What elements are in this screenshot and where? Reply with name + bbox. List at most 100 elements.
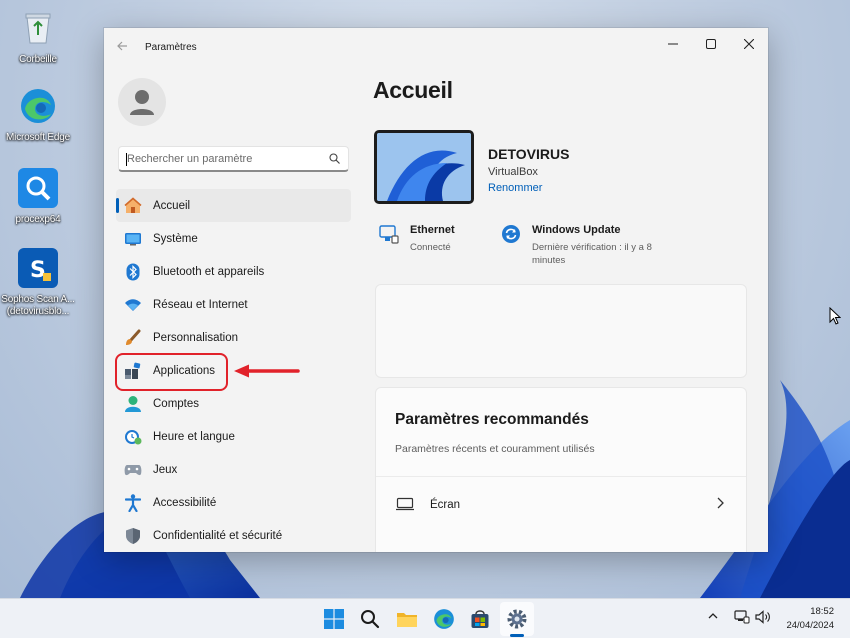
desktop-icon-procexp[interactable]: procexp64 [0,168,76,226]
rename-link[interactable]: Renommer [488,182,542,194]
sidebar-item-jeux[interactable]: Jeux [116,453,351,486]
close-icon [744,39,754,49]
edge-icon [434,609,454,629]
sidebar-item-accessibilite[interactable]: Accessibilité [116,486,351,519]
maximize-icon [706,39,716,49]
monitor-icon [396,497,414,511]
system-icon [124,230,142,248]
desktop-icon-sophos[interactable]: S Sophos Scan A... (detovirusblo... [0,248,76,318]
sidebar-item-label: Accueil [153,199,191,212]
ethernet-icon [379,224,399,244]
desktop-icon-label: Corbeille [19,54,57,65]
annotation-highlight-box [115,353,228,391]
brush-icon [124,329,142,347]
clock-time: 18:52 [810,606,834,617]
chevron-right-icon [717,497,724,509]
sidebar-item-bluetooth[interactable]: Bluetooth et appareils [116,255,351,288]
minimize-button[interactable] [660,34,686,54]
start-icon [324,609,344,629]
chevron-up-icon [708,613,718,619]
close-button[interactable] [736,34,762,54]
system-clock[interactable]: 18:52 24/04/2024 [786,605,834,633]
home-icon [124,196,142,215]
edge-icon [18,86,58,126]
title-bar[interactable]: Paramètres [104,28,768,62]
sidebar-item-label: Confidentialité et sécurité [153,529,283,542]
store-button[interactable] [468,607,492,631]
desktop-icon-label: procexp64 [15,214,61,225]
search-icon[interactable] [329,153,340,164]
recommended-row-ecran[interactable]: Écran [376,476,746,533]
sidebar-item-label: Réseau et Internet [153,298,248,311]
settings-taskbar-button[interactable] [505,607,529,631]
clock-date: 24/04/2024 [786,620,834,631]
sidebar-item-personnalisation[interactable]: Personnalisation [116,321,351,354]
windows-update-icon [501,224,521,244]
network-status[interactable]: Ethernet Connecté [379,224,455,254]
page-title: Accueil [373,77,453,103]
accessibility-icon [124,493,142,512]
sidebar-item-label: Système [153,232,198,245]
network-tray-button[interactable] [734,610,750,627]
search-icon [361,610,380,629]
volume-icon [755,610,770,624]
sidebar-item-label: Comptes [153,397,200,410]
taskbar-search-button[interactable] [358,607,382,631]
shield-icon [124,527,142,545]
mouse-cursor-icon [829,307,841,325]
process-explorer-icon [18,168,58,208]
settings-icon [507,609,527,629]
sidebar-item-label: Bluetooth et appareils [153,265,265,278]
settings-window: Paramètres Accueil Système [104,28,768,552]
device-model: VirtualBox [488,166,538,178]
settings-search-box[interactable] [118,146,349,172]
window-title: Paramètres [145,42,197,53]
start-button[interactable] [322,607,346,631]
windows-update-title: Windows Update [532,224,621,236]
desktop-icon-edge[interactable]: Microsoft Edge [0,86,76,144]
recommended-title: Paramètres recommandés [395,411,589,428]
device-wallpaper-thumbnail [374,130,474,204]
sidebar-item-label: Accessibilité [153,496,217,509]
edge-taskbar-button[interactable] [432,607,456,631]
sophos-icon: S [18,248,58,288]
account-icon [124,395,142,413]
windows-update-subtitle: Dernière vérification : il y a 8 minutes [532,242,652,266]
gamepad-icon [124,461,142,479]
minimize-icon [668,43,678,45]
network-icon [734,610,750,624]
clock-globe-icon [124,428,142,446]
desktop-icon-label: Sophos Scan A... (detovirusblo... [1,294,75,317]
search-input[interactable] [127,151,322,167]
sidebar-item-label: Heure et langue [153,430,235,443]
recycle-bin-icon [18,8,58,48]
sidebar-item-label: Personnalisation [153,331,239,344]
wifi-icon [124,296,142,314]
user-icon [130,90,154,115]
store-icon [471,610,489,628]
tray-overflow-button[interactable] [708,611,718,623]
network-status-title: Ethernet [410,224,455,236]
sidebar-item-accueil[interactable]: Accueil [116,189,351,222]
recommended-settings-card: Paramètres recommandés Paramètres récent… [375,387,747,552]
maximize-button[interactable] [698,34,724,54]
taskbar: 18:52 24/04/2024 [0,598,850,638]
sidebar-item-heure-langue[interactable]: Heure et langue [116,420,351,453]
annotation-arrow-icon [234,364,300,378]
device-name: DETOVIRUS [488,146,570,162]
file-explorer-icon [397,613,417,627]
desktop-icon-recycle-bin[interactable]: Corbeille [0,8,76,66]
file-explorer-button[interactable] [395,607,419,631]
sidebar-item-label: Jeux [153,463,178,476]
back-button[interactable] [116,40,130,54]
network-status-subtitle: Connecté [410,242,451,253]
sidebar-item-systeme[interactable]: Système [116,222,351,255]
volume-tray-button[interactable] [755,610,771,627]
sidebar-item-confidentialite[interactable]: Confidentialité et sécurité [116,519,351,552]
sidebar-item-reseau[interactable]: Réseau et Internet [116,288,351,321]
windows-update-status[interactable]: Windows Update Dernière vérification : i… [501,224,652,267]
bluetooth-icon [124,263,142,281]
active-indicator [510,634,524,637]
sidebar-item-comptes[interactable]: Comptes [116,387,351,420]
avatar[interactable] [118,78,166,126]
